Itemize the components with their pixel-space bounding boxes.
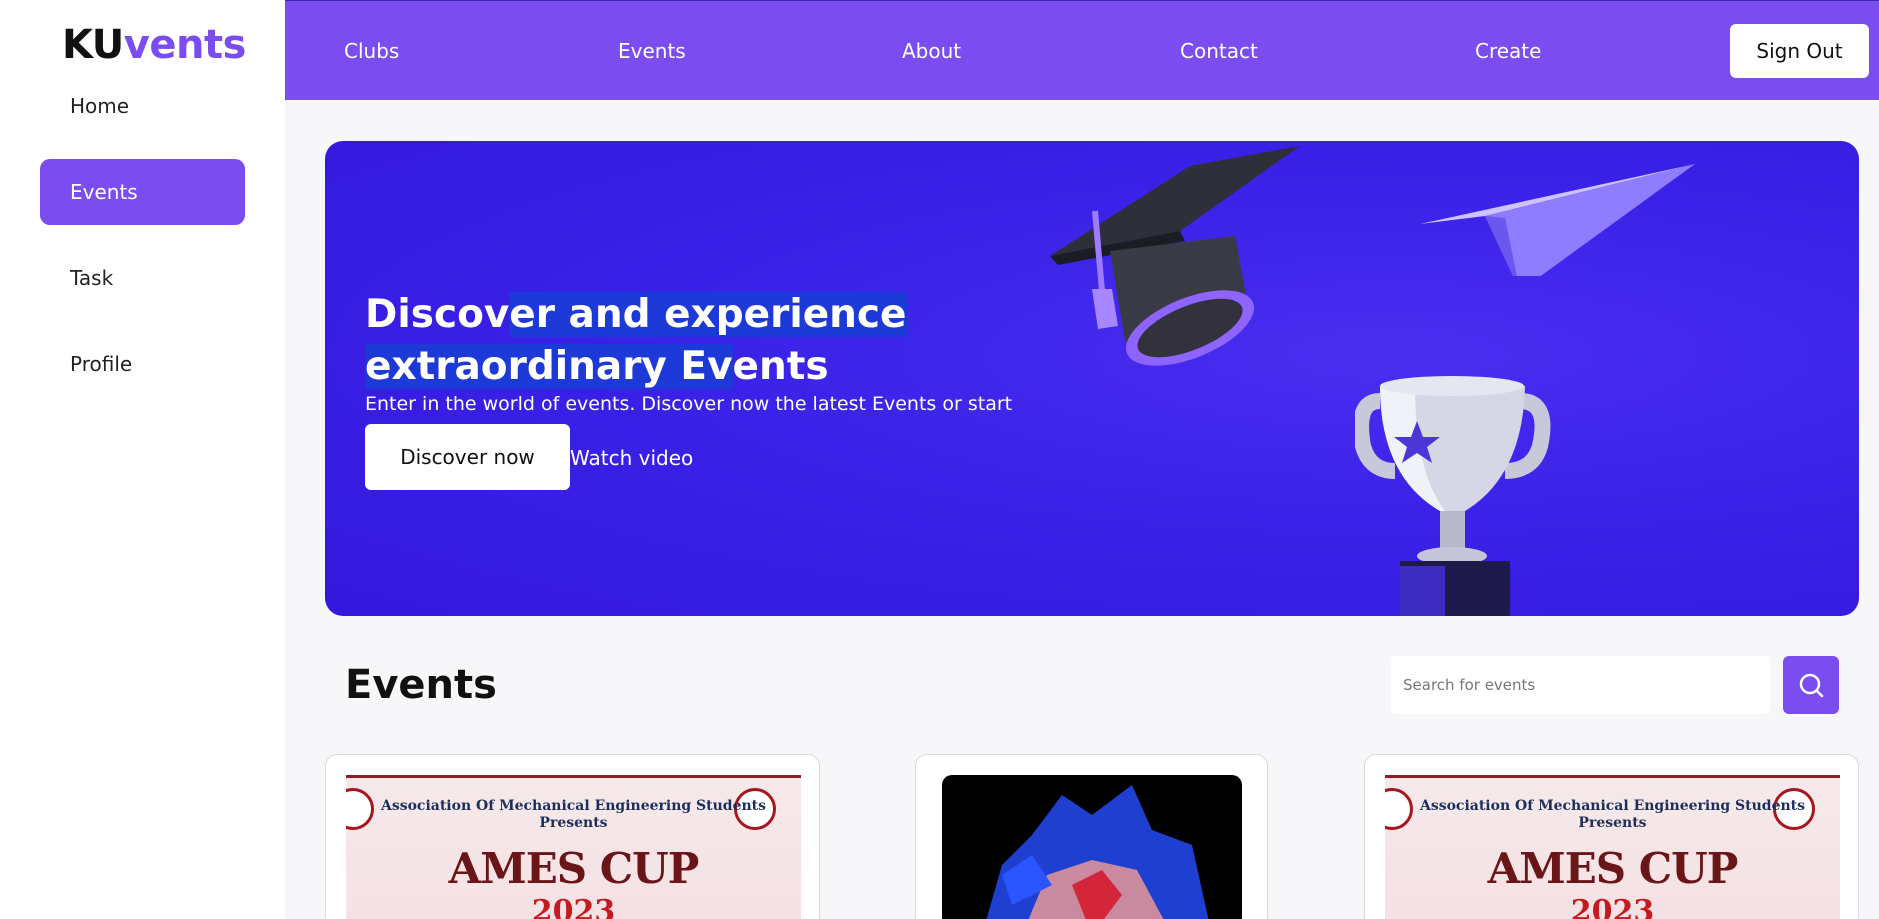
sidebar-item-task[interactable]: Task (40, 245, 245, 311)
poster-org: Association Of Mechanical Engineering St… (1385, 798, 1840, 832)
sidebar: KUvents Home Events Task Profile (0, 0, 285, 919)
trophy-illustration (1355, 376, 1551, 616)
hero-title-text: er and experience (509, 292, 907, 337)
event-card[interactable]: Association Of Mechanical Engineering St… (325, 754, 820, 919)
logo-text-ku: KU (62, 22, 124, 68)
event-poster (942, 775, 1242, 919)
poster-title: AMES CUP (1487, 844, 1739, 893)
sidebar-item-label: Home (70, 94, 130, 118)
events-section-title: Events (345, 662, 497, 708)
discover-now-button[interactable]: Discover now (365, 424, 570, 490)
hero-subtitle: Enter in the world of events. Discover n… (365, 393, 1013, 415)
event-poster: Association Of Mechanical Engineering St… (1385, 775, 1840, 919)
nav-link-contact[interactable]: Contact (1180, 39, 1258, 63)
search-button[interactable] (1783, 656, 1839, 714)
hero-title: Discover and experience extraordinary Ev… (365, 289, 907, 393)
hero-title-text: Discov (365, 292, 510, 337)
nav-link-clubs[interactable]: Clubs (344, 39, 399, 63)
poster-org-name: Association Of Mechanical Engineering St… (1419, 798, 1806, 814)
event-artwork (986, 785, 1209, 919)
sidebar-item-home[interactable]: Home (40, 73, 245, 139)
app-logo[interactable]: KUvents (62, 22, 246, 68)
poster-org: Association Of Mechanical Engineering St… (346, 798, 801, 832)
poster-org-name: Association Of Mechanical Engineering St… (380, 798, 767, 814)
nav-link-about[interactable]: About (902, 39, 961, 63)
hero-banner: Discover and experience extraordinary Ev… (325, 141, 1859, 616)
poster-year: 2023 (531, 894, 616, 919)
watch-video-link[interactable]: Watch video (570, 446, 693, 470)
poster-presents: Presents (539, 815, 608, 831)
search-input[interactable] (1391, 656, 1770, 714)
logo-text-vents: vents (123, 22, 247, 68)
hero-title-text: ents (732, 344, 829, 389)
search-icon (1799, 673, 1824, 698)
sidebar-item-label: Events (70, 180, 138, 204)
sidebar-item-label: Task (70, 266, 114, 290)
top-navbar: Clubs Events About Contact Create Sign O… (285, 0, 1879, 100)
sign-out-button[interactable]: Sign Out (1730, 24, 1869, 78)
hero-title-text: extraordinary Ev (365, 344, 733, 389)
nav-link-create[interactable]: Create (1475, 39, 1541, 63)
sidebar-item-profile[interactable]: Profile (40, 331, 245, 397)
event-card[interactable]: Association Of Mechanical Engineering St… (1364, 754, 1859, 919)
paper-plane-illustration (1420, 164, 1695, 276)
sidebar-item-events[interactable]: Events (40, 159, 245, 225)
nav-link-events[interactable]: Events (618, 39, 686, 63)
poster-title: AMES CUP (448, 844, 700, 893)
sidebar-item-label: Profile (70, 352, 133, 376)
poster-presents: Presents (1578, 815, 1647, 831)
graduation-cap-illustration (1050, 146, 1300, 366)
poster-year: 2023 (1570, 894, 1655, 919)
event-card[interactable] (915, 754, 1268, 919)
event-poster: Association Of Mechanical Engineering St… (346, 775, 801, 919)
